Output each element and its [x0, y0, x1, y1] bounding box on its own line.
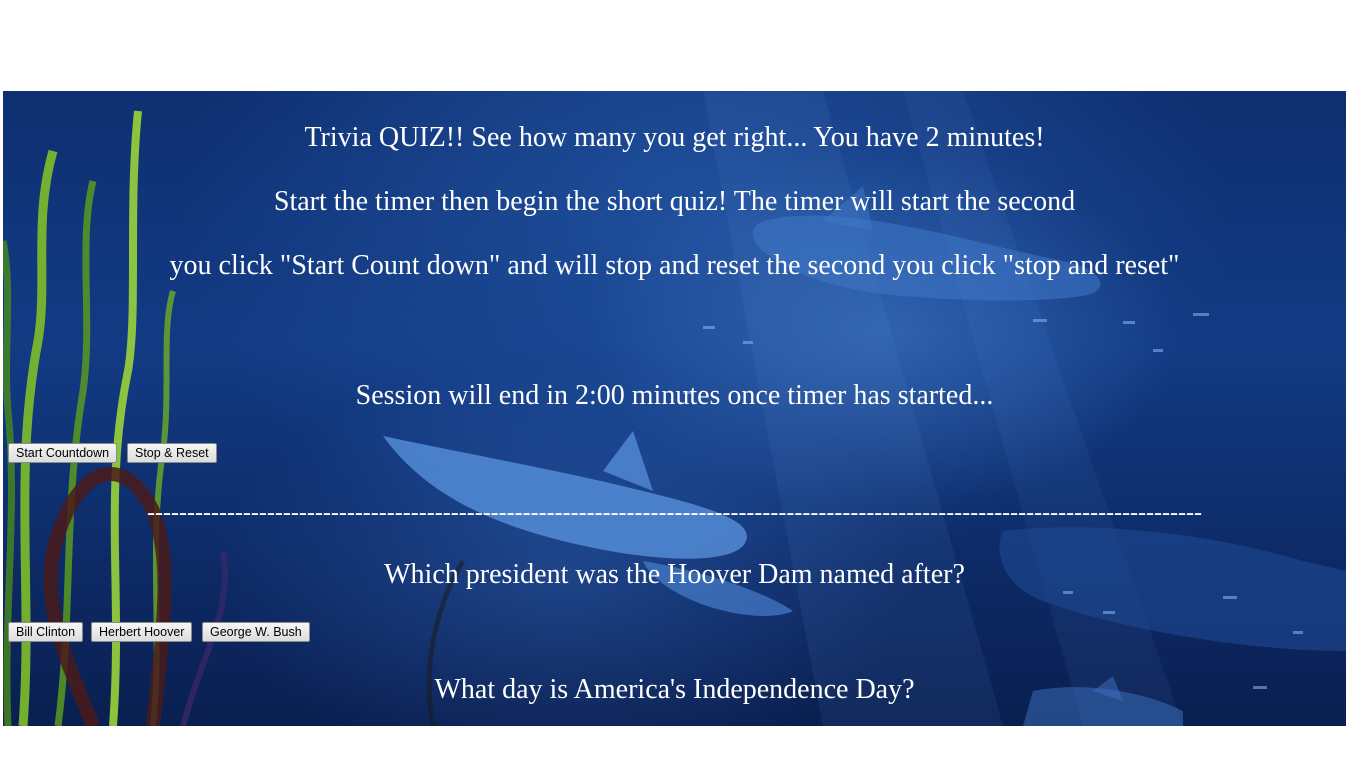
question-2-text: What day is America's Independence Day? [434, 674, 915, 705]
dolphin-fin [603, 431, 653, 491]
dolphin-shape [383, 436, 747, 559]
answer-option-george-w-bush[interactable]: George W. Bush [202, 622, 310, 642]
stop-reset-button[interactable]: Stop & Reset [127, 443, 217, 463]
session-timer-text: Session will end in 2:00 minutes once ti… [355, 380, 994, 411]
start-countdown-button[interactable]: Start Countdown [8, 443, 118, 463]
underwater-background: Trivia QUIZ!! See how many you get right… [3, 91, 1346, 726]
instructions-line-2: you click "Start Count down" and will st… [169, 250, 1180, 281]
answer-option-herbert-hoover[interactable]: Herbert Hoover [91, 622, 193, 642]
answer-option-bill-clinton[interactable]: Bill Clinton [8, 622, 84, 642]
question-1-text: Which president was the Hoover Dam named… [384, 559, 965, 590]
quiz-title: Trivia QUIZ!! See how many you get right… [304, 122, 1045, 153]
seaweed-strand [3, 240, 16, 726]
instructions-line-1: Start the timer then begin the short qui… [273, 186, 1076, 217]
section-divider: ----------------------------------------… [147, 501, 1202, 525]
